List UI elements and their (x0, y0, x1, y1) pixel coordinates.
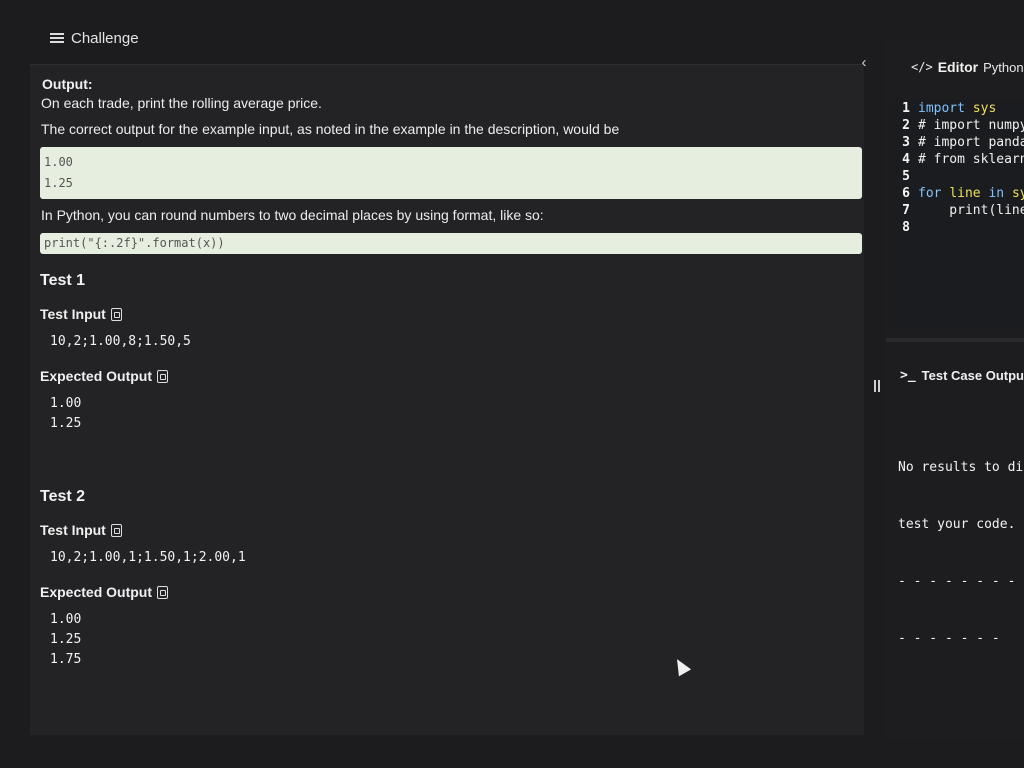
test-1-expected-label: Expected Output (40, 368, 862, 384)
test-input-value: 10,2;1.00,8;1.50,5 (50, 334, 191, 349)
test-2-input-label: Test Input (40, 522, 862, 538)
test-input-label: Test Input (40, 306, 106, 322)
example-output-line: 1.00 (44, 155, 73, 169)
chevron-left-icon[interactable]: ‹ (856, 54, 872, 72)
language-select[interactable]: Python 3 (983, 60, 1024, 75)
terminal-icon: >_ (900, 368, 916, 383)
expected-output-line: 1.00 (50, 396, 82, 411)
code-line: 2 # import numpy (902, 118, 1024, 133)
editor-header: </> Editor Python 3 (911, 59, 1024, 75)
test-input-value: 10,2;1.00,1;1.50,1;2.00,1 (50, 550, 246, 565)
python-hint-codeblock: print("{:.2f}".format(x)) (40, 233, 862, 254)
test-2-expected-output: 1.00 1.25 1.75 (50, 610, 862, 670)
editor-label: Editor (937, 59, 979, 75)
test-1-expected-output: 1.00 1.25 (50, 394, 862, 434)
output-line: No results to display (898, 460, 1024, 475)
test-input-label: Test Input (40, 522, 106, 538)
expected-output-line: 1.00 (50, 612, 82, 627)
expected-output-line: 1.75 (50, 652, 82, 667)
challenge-title: Challenge (71, 29, 139, 47)
test-2-expected-label: Expected Output (40, 584, 862, 600)
code-line: 3 # import pandas (902, 135, 1024, 150)
test-1-title: Test 1 (40, 272, 86, 289)
code-line: 4 # from sklearn (902, 152, 1024, 167)
resize-handle-icon[interactable] (874, 380, 880, 392)
copy-icon[interactable] (110, 307, 122, 321)
copy-icon[interactable] (157, 369, 169, 383)
copy-icon[interactable] (157, 585, 169, 599)
code-line: 8 (902, 220, 910, 235)
test-1-input-label: Test Input (40, 306, 862, 322)
example-output-line: 1.25 (44, 176, 73, 190)
python-hint-text: In Python, you can round numbers to two … (41, 207, 544, 223)
test-1-input-value: 10,2;1.00,8;1.50,5 (50, 332, 862, 352)
output-description: On each trade, print the rolling average… (41, 95, 322, 111)
output-line: - - - - - - - - (898, 574, 1016, 589)
expected-output-line: 1.25 (50, 632, 82, 647)
correct-output-text: The correct output for the example input… (41, 121, 620, 137)
test-2-title: Test 2 (40, 488, 86, 505)
test-case-output-body: No results to display test your code. - … (898, 420, 1024, 667)
code-line: 7 print(line (902, 203, 1024, 218)
challenge-content: Output: On each trade, print the rolling… (40, 76, 862, 686)
python-hint-code: print("{:.2f}".format(x)) (44, 236, 225, 250)
menu-icon (50, 33, 64, 43)
expected-output-label: Expected Output (40, 584, 153, 600)
code-icon: </> (911, 60, 933, 74)
copy-icon[interactable] (110, 523, 122, 537)
example-output-codeblock: 1.00 1.25 (40, 147, 862, 199)
output-heading: Output: (42, 76, 93, 92)
test-case-output-header: >_ Test Case Output (900, 368, 1024, 383)
challenge-menu-toggle[interactable]: Challenge (50, 27, 139, 49)
code-editor[interactable]: 1 import sys 2 # import numpy 3 # import pa… (890, 100, 1024, 328)
expected-output-label: Expected Output (40, 368, 153, 384)
code-line: 6for line in sys (902, 186, 1024, 201)
code-line: 5 (902, 169, 910, 184)
test-2-input-value: 10,2;1.00,1;1.50,1;2.00,1 (50, 548, 862, 568)
code-line: 1 import sys (902, 101, 997, 116)
output-line: - - - - - - - (898, 631, 1000, 646)
panel-splitter[interactable] (886, 338, 1024, 342)
expected-output-line: 1.25 (50, 416, 82, 431)
output-line: test your code. (898, 517, 1016, 532)
test-case-output-label: Test Case Output (921, 368, 1024, 383)
